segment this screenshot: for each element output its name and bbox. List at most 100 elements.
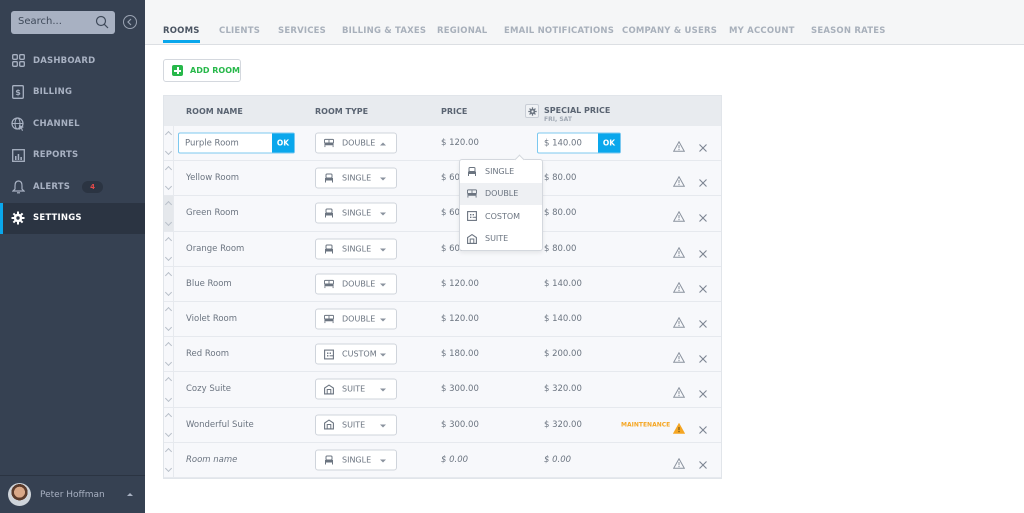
search-input[interactable]: Search... (11, 11, 115, 34)
room-type-value: SINGLE (342, 173, 372, 183)
room-type-select[interactable]: SINGLE (315, 449, 397, 471)
move-down-icon[interactable] (164, 359, 173, 367)
warning-icon[interactable] (672, 348, 686, 364)
delete-room-icon[interactable] (698, 314, 708, 328)
reorder-handle[interactable] (164, 126, 174, 161)
header-room-type[interactable]: ROOM TYPE (315, 107, 368, 116)
reorder-handle[interactable] (164, 196, 174, 231)
room-special-price[interactable]: $ 0.00 (544, 455, 571, 465)
collapse-sidebar-button[interactable] (123, 15, 137, 29)
tab-season-rates[interactable]: SEASON RATES (811, 26, 886, 36)
tab-rooms[interactable]: ROOMS (163, 26, 200, 43)
sidebar-item-billing[interactable]: $ BILLING (0, 77, 145, 109)
move-down-icon[interactable] (164, 183, 173, 191)
delete-room-icon[interactable] (698, 420, 708, 434)
tab-services[interactable]: SERVICES (278, 26, 326, 36)
move-down-icon[interactable] (164, 253, 173, 261)
room-name-value[interactable]: Purple Room (179, 134, 272, 153)
sidebar-item-alerts[interactable]: ALERTS 4 (0, 171, 145, 203)
reorder-handle[interactable] (164, 442, 174, 477)
move-down-icon[interactable] (164, 324, 173, 332)
dropdown-option-single[interactable]: SINGLE (460, 160, 542, 183)
delete-room-icon[interactable] (698, 173, 708, 188)
move-down-icon[interactable] (164, 148, 173, 156)
warning-icon[interactable] (672, 454, 686, 469)
reorder-handle[interactable] (164, 407, 174, 442)
header-price[interactable]: PRICE (441, 107, 467, 116)
confirm-name-button[interactable]: OK (272, 133, 294, 153)
header-room-name[interactable]: ROOM NAME (186, 107, 243, 116)
move-up-icon[interactable] (164, 236, 173, 244)
special-price-input[interactable]: $ 140.00 OK (537, 132, 621, 154)
tab-regional[interactable]: REGIONAL (437, 26, 487, 36)
move-up-icon[interactable] (164, 342, 173, 350)
add-room-button[interactable]: ADD ROOM (163, 59, 241, 82)
reorder-handle[interactable] (164, 231, 174, 266)
room-price[interactable]: $ 0.00 (441, 455, 468, 465)
warning-icon[interactable] (672, 278, 686, 293)
room-type-select[interactable]: SINGLE (315, 167, 397, 189)
warning-icon[interactable] (672, 243, 686, 258)
move-down-icon[interactable] (164, 288, 173, 297)
sidebar-item-dashboard[interactable]: DASHBOARD (0, 45, 145, 77)
tab-company-users[interactable]: COMPANY & USERS (622, 26, 717, 36)
room-name[interactable]: Room name (186, 455, 237, 465)
room-type-select[interactable]: SUITE (315, 414, 397, 436)
tab-clients[interactable]: CLIENTS (219, 26, 260, 36)
warning-icon[interactable] (672, 172, 686, 188)
move-up-icon[interactable] (164, 271, 173, 279)
warning-icon[interactable] (672, 313, 686, 328)
move-up-icon[interactable] (164, 130, 173, 139)
delete-room-icon[interactable] (698, 455, 708, 469)
table-row: Orange Room SINGLE $ 60.00 $ 80.00 (164, 231, 721, 267)
reorder-handle[interactable] (164, 266, 174, 301)
move-up-icon[interactable] (164, 201, 173, 209)
move-up-icon[interactable] (164, 412, 173, 420)
warning-icon[interactable] (672, 137, 686, 152)
delete-room-icon[interactable] (698, 349, 708, 364)
tab-my-account[interactable]: MY ACCOUNT (729, 26, 795, 36)
maintenance-warning-icon[interactable] (672, 419, 686, 434)
sidebar-item-reports[interactable]: REPORTS (0, 140, 145, 172)
delete-room-icon[interactable] (698, 279, 708, 293)
move-up-icon[interactable] (164, 447, 173, 455)
warning-icon[interactable] (672, 383, 686, 399)
sidebar-item-settings[interactable]: SETTINGS (0, 202, 145, 234)
delete-room-icon[interactable] (698, 244, 708, 258)
move-down-icon[interactable] (164, 218, 173, 226)
room-type-select[interactable]: DOUBLE (315, 308, 397, 330)
dropdown-option-suite[interactable]: SUITE (460, 228, 542, 251)
reorder-handle[interactable] (164, 161, 174, 196)
move-down-icon[interactable] (164, 464, 173, 473)
move-down-icon[interactable] (164, 394, 173, 402)
room-type-select[interactable]: DOUBLE (315, 273, 397, 295)
room-type-select[interactable]: SUITE (315, 378, 397, 400)
tab-email-notifications[interactable]: EMAIL NOTIFICATIONS (504, 26, 614, 36)
dropdown-option-custom[interactable]: COSTOM (460, 205, 542, 228)
user-menu[interactable]: Peter Hoffman (0, 475, 145, 513)
dropdown-option-double[interactable]: DOUBLE (460, 182, 542, 205)
sidebar-item-channel[interactable]: CHANNEL (0, 108, 145, 140)
room-name-input[interactable]: Purple Room OK (178, 132, 295, 154)
delete-room-icon[interactable] (698, 208, 708, 223)
special-price-settings-button[interactable] (525, 104, 539, 118)
tab-billing-taxes[interactable]: BILLING & TAXES (342, 26, 426, 36)
special-price-value[interactable]: $ 140.00 (538, 134, 598, 153)
reorder-handle[interactable] (164, 337, 174, 372)
move-up-icon[interactable] (164, 306, 173, 315)
confirm-special-price-button[interactable]: OK (598, 133, 620, 153)
delete-room-icon[interactable] (698, 138, 708, 152)
warning-icon[interactable] (672, 207, 686, 223)
move-up-icon[interactable] (164, 166, 173, 174)
header-special-price[interactable]: SPECIAL PRICE (544, 106, 610, 115)
move-up-icon[interactable] (164, 377, 173, 385)
room-type-select[interactable]: SINGLE (315, 238, 397, 260)
avatar (8, 483, 31, 506)
reorder-handle[interactable] (164, 372, 174, 407)
room-type-select[interactable]: DOUBLE (315, 132, 397, 154)
move-down-icon[interactable] (164, 429, 173, 437)
room-type-select[interactable]: SINGLE (315, 202, 397, 224)
reorder-handle[interactable] (164, 302, 174, 337)
delete-room-icon[interactable] (698, 384, 708, 399)
room-type-select[interactable]: CUSTOM (315, 343, 397, 365)
